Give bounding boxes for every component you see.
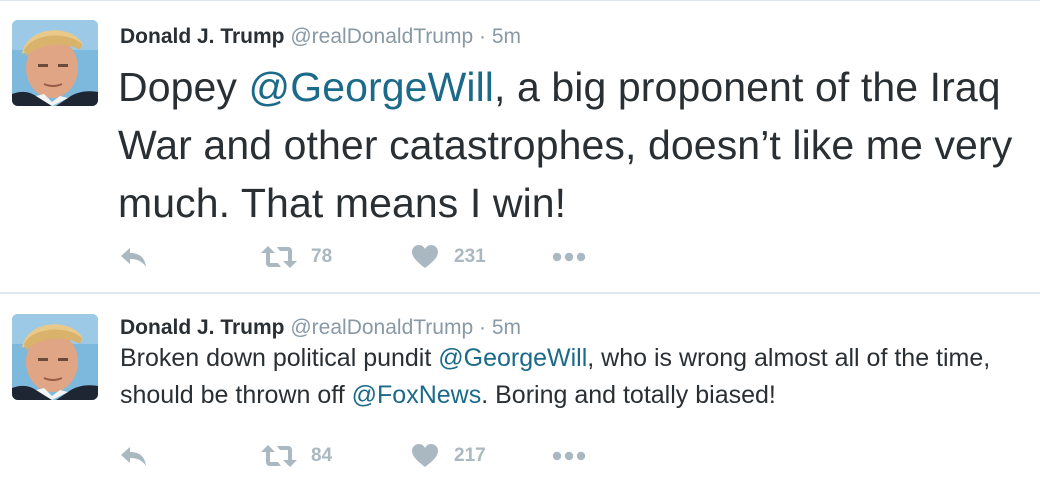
reply-icon xyxy=(121,447,146,466)
timeline: Donald J. Trump @realDonaldTrump · 5m Do… xyxy=(0,0,1040,486)
retweet-button[interactable]: 84 xyxy=(261,436,332,476)
like-button[interactable]: 217 xyxy=(412,436,486,476)
more-dots-icon xyxy=(552,451,586,461)
reply-icon xyxy=(121,248,146,267)
timestamp[interactable]: 5m xyxy=(492,316,521,339)
retweet-count: 78 xyxy=(311,246,333,267)
like-count: 217 xyxy=(454,445,486,466)
tweet-header: Donald J. Trump @realDonaldTrump · 5m xyxy=(120,315,521,341)
tweet-actions: 78 231 xyxy=(0,237,1040,277)
mention-link[interactable]: @FoxNews xyxy=(352,381,482,409)
separator: · xyxy=(478,25,486,48)
timestamp[interactable]: 5m xyxy=(492,25,521,48)
author-handle[interactable]: @realDonaldTrump xyxy=(290,25,473,48)
heart-icon xyxy=(412,245,438,268)
author-handle[interactable]: @realDonaldTrump xyxy=(290,316,473,339)
like-count: 231 xyxy=(454,246,486,267)
heart-icon xyxy=(412,444,438,467)
more-button[interactable] xyxy=(552,237,586,277)
tweet[interactable]: Donald J. Trump @realDonaldTrump · 5m Do… xyxy=(0,0,1040,292)
more-button[interactable] xyxy=(552,436,586,476)
author-name[interactable]: Donald J. Trump xyxy=(120,25,285,48)
tweet-text: Dopey @GeorgeWill, a big proponent of th… xyxy=(118,58,1028,232)
reply-button[interactable] xyxy=(120,436,148,476)
retweet-count: 84 xyxy=(311,445,333,466)
tweet[interactable]: Donald J. Trump @realDonaldTrump · 5m Br… xyxy=(0,292,1040,486)
text-segment: Dopey xyxy=(118,64,249,110)
tweet-text: Broken down political pundit @GeorgeWill… xyxy=(120,340,1030,414)
retweet-button[interactable]: 78 xyxy=(261,237,332,277)
author-name[interactable]: Donald J. Trump xyxy=(120,316,285,339)
tweet-actions: 84 217 xyxy=(0,436,1040,476)
like-button[interactable]: 231 xyxy=(412,237,486,277)
text-segment: Broken down political pundit xyxy=(120,344,439,372)
avatar[interactable] xyxy=(12,20,98,106)
reply-button[interactable] xyxy=(120,237,148,277)
tweet-header: Donald J. Trump @realDonaldTrump · 5m xyxy=(120,24,521,50)
mention-link[interactable]: @GeorgeWill xyxy=(438,344,587,372)
text-segment: . Boring and totally biased! xyxy=(481,381,776,409)
more-dots-icon xyxy=(552,252,586,262)
avatar[interactable] xyxy=(12,314,98,400)
retweet-icon xyxy=(261,445,297,467)
separator: · xyxy=(478,316,486,339)
mention-link[interactable]: @GeorgeWill xyxy=(249,64,495,110)
retweet-icon xyxy=(261,246,297,268)
